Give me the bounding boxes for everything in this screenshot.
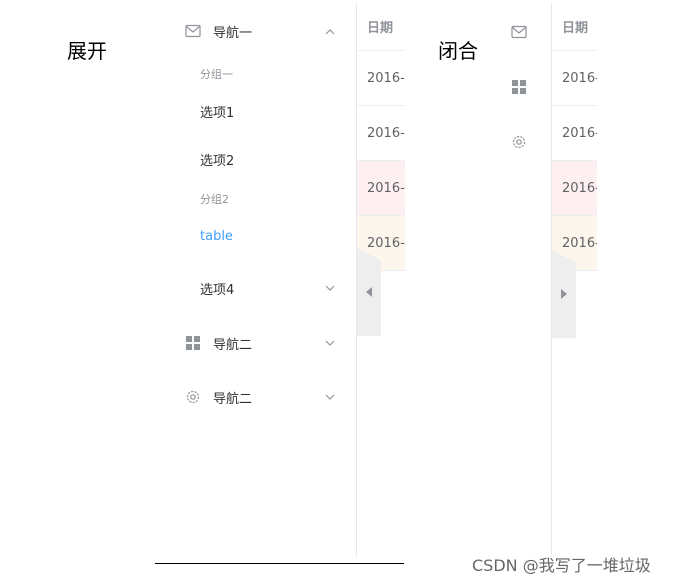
- caret-left-icon: [366, 287, 372, 297]
- nav-item-2-label: 导航二: [213, 337, 253, 353]
- chevron-down-icon: [325, 338, 335, 348]
- table-row: 2016-: [552, 51, 597, 106]
- nav-item-3[interactable]: 导航二: [155, 377, 357, 417]
- menu-option-table-label: table: [200, 228, 233, 244]
- chevron-down-icon: [325, 283, 335, 293]
- grid-icon[interactable]: [510, 78, 528, 96]
- watermark: CSDN @我写了一堆垃圾: [472, 556, 651, 575]
- submenu-option-4[interactable]: 选项4: [155, 268, 357, 308]
- collapse-toggle-button[interactable]: [357, 248, 381, 336]
- submenu-option-4-label: 选项4: [200, 282, 235, 298]
- table-row: 2016-: [552, 161, 597, 216]
- sidebar-menu-expanded: 导航一 分组一 选项1 选项2 分组2 table 选项4 导航二 导航二: [155, 0, 357, 560]
- menu-option-1[interactable]: 选项1: [155, 93, 357, 129]
- mail-icon: [185, 23, 201, 39]
- table-row: 2016-: [552, 106, 597, 161]
- group-title-1: 分组一: [200, 68, 233, 81]
- group-title-2: 分组2: [200, 193, 229, 206]
- divider-line: [155, 563, 404, 564]
- sidebar-menu-collapsed: [496, 0, 550, 560]
- chevron-down-icon: [325, 392, 335, 402]
- nav-item-1[interactable]: 导航一: [155, 11, 357, 51]
- nav-item-3-label: 导航二: [213, 391, 253, 407]
- menu-option-1-label: 选项1: [200, 105, 235, 121]
- grid-icon: [185, 335, 201, 351]
- menu-option-table[interactable]: table: [155, 218, 357, 254]
- nav-item-2[interactable]: 导航二: [155, 323, 357, 363]
- table-row: 2016-0: [357, 106, 405, 161]
- gear-icon: [185, 389, 201, 405]
- menu-option-2-label: 选项2: [200, 153, 235, 169]
- gear-icon[interactable]: [510, 133, 528, 151]
- collapsed-label: 闭合: [438, 39, 478, 63]
- menu-option-2[interactable]: 选项2: [155, 141, 357, 177]
- expand-toggle-button[interactable]: [552, 250, 576, 338]
- table-header-date: 日期: [552, 3, 597, 51]
- nav-item-1-label: 导航一: [213, 25, 253, 41]
- table-header-date: 日期: [357, 3, 405, 51]
- chevron-up-icon: [325, 26, 335, 36]
- table-row: 2016-0: [357, 51, 405, 106]
- expanded-label: 展开: [67, 39, 107, 63]
- table-row: 2016-0: [357, 161, 405, 216]
- mail-icon[interactable]: [510, 23, 528, 41]
- caret-right-icon: [561, 289, 567, 299]
